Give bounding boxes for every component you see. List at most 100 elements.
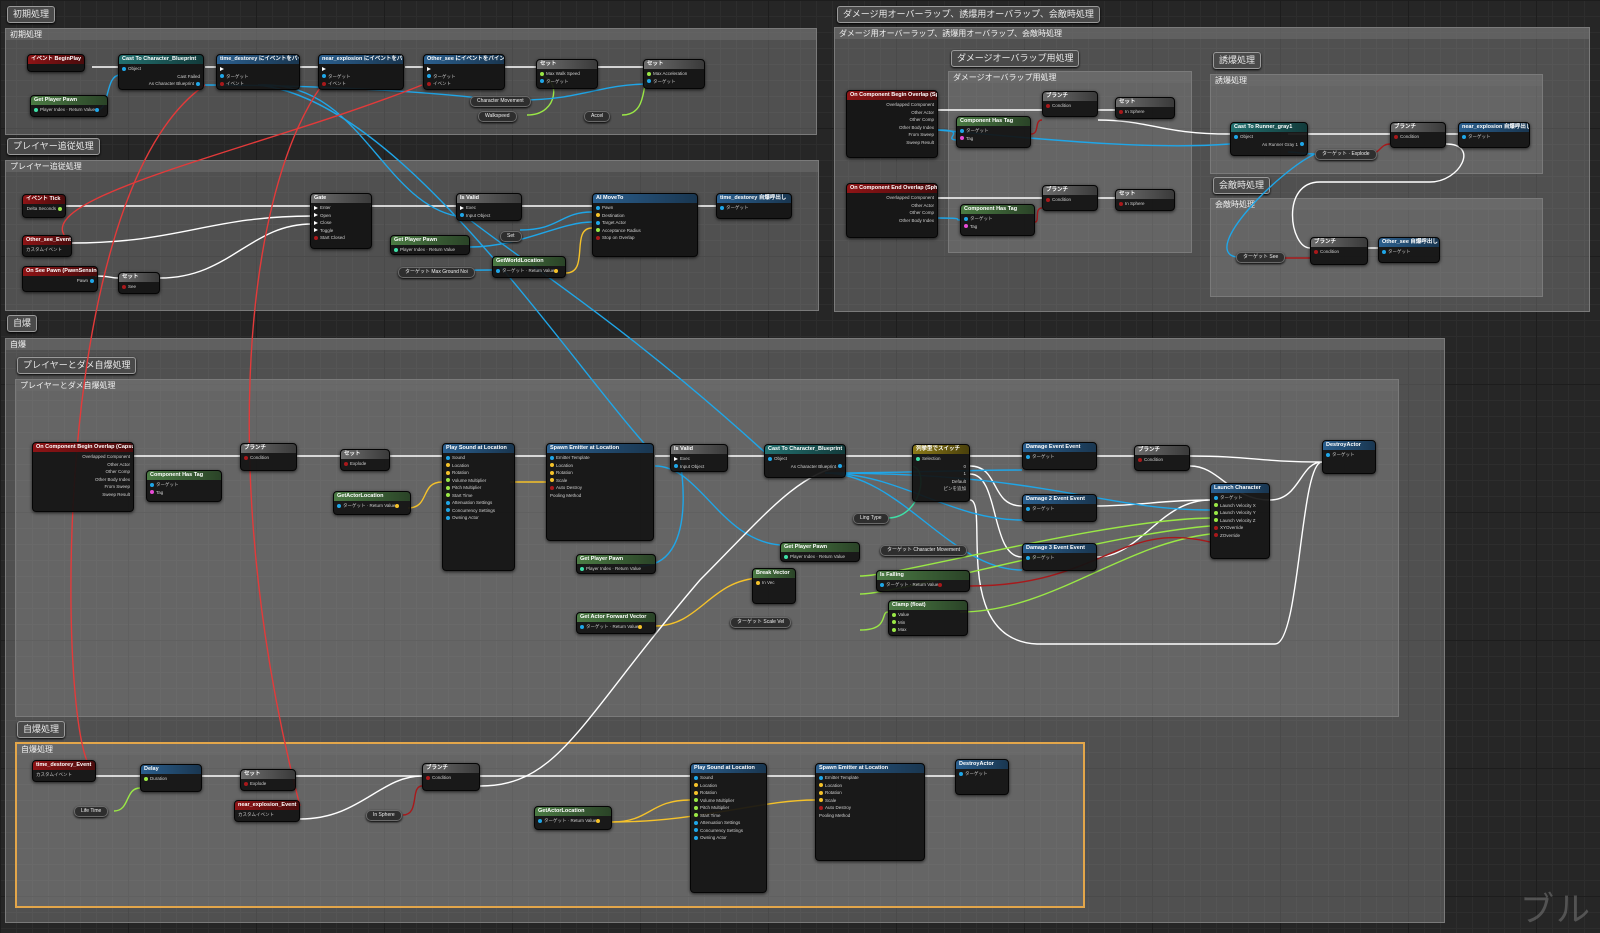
tag-pin[interactable]: Tag [150, 489, 218, 497]
target-pin[interactable]: ターゲット [1026, 554, 1093, 562]
launch-character-node[interactable]: Launch Character ターゲット Launch Velocity XL… [1210, 483, 1270, 559]
volume-pin[interactable]: Volume Multiplier [446, 477, 511, 485]
get-actor-forward-node[interactable]: Get Actor Forward Vector ターゲット · Return … [576, 612, 656, 634]
get-actor-location-node-2[interactable]: GetActorLocation ターゲット · Return Value [534, 806, 612, 830]
sound-pin[interactable]: Sound [694, 774, 763, 782]
other-actor-pin[interactable]: Other Actor [36, 461, 130, 469]
play-sound-node-2[interactable]: Play Sound at Location Sound Location Rota… [690, 763, 767, 893]
has-tag-node-2[interactable]: Component Has Tag ターゲット Tag [960, 204, 1035, 236]
bind-time-node[interactable]: time_destorey にイベントをバインド ターゲットイベント [216, 54, 300, 90]
branch-node-4[interactable]: ブランチ Condition [1310, 237, 1368, 265]
gate-node[interactable]: Gate Enter Open Close Toggle Start Closed [310, 193, 372, 249]
tag-pin[interactable]: Tag [960, 135, 1027, 143]
target-pin[interactable]: ターゲット · Return Value [496, 267, 562, 275]
tag-pin[interactable]: Tag [964, 223, 1031, 231]
target-pin[interactable]: ターゲット · Return Value [880, 581, 966, 589]
is-falling-node[interactable]: Is Falling ターゲット · Return Value [876, 570, 970, 592]
branch-node-2[interactable]: ブランチ Condition [1042, 185, 1098, 211]
get-player-pawn-node-1[interactable]: Get Player Pawn Player Index · Return Va… [30, 95, 108, 117]
target-pin[interactable]: ターゲット [1462, 133, 1526, 141]
rotation-pin[interactable]: Rotation [819, 789, 921, 797]
auto-destroy-pin[interactable]: Auto Destroy [819, 804, 921, 812]
bind-near-node[interactable]: near_explosion にイベントをバインド ターゲットイベント [318, 54, 404, 90]
rotation-pin[interactable]: Rotation [446, 469, 511, 477]
other-comp-pin[interactable]: Other Comp [850, 116, 934, 124]
add-pin[interactable]: ピンを追加 [916, 485, 967, 493]
owning-actor-pin[interactable]: Owning Actor [694, 834, 763, 842]
body-index-pin[interactable]: Other Body Index [36, 476, 130, 484]
branch-node-3[interactable]: ブランチ Condition [1390, 122, 1446, 148]
owning-actor-pin[interactable]: Owning Actor [446, 514, 511, 522]
concurrency-pin[interactable]: Concurrency Settings [694, 827, 763, 835]
object-pin[interactable]: Object [1234, 133, 1304, 141]
target-pin[interactable]: ターゲット [540, 78, 594, 86]
location-pin[interactable]: Location [819, 782, 921, 790]
has-tag-node-3[interactable]: Component Has Tag ターゲット Tag [146, 470, 222, 502]
player-index-pin[interactable]: Player Index · Return Value [34, 106, 104, 114]
var-walkspeed[interactable]: Walkspeed [478, 111, 517, 122]
value-pin[interactable]: Value [892, 611, 964, 619]
max-accel-pin[interactable]: Max Acceleration [647, 70, 701, 78]
damage-event-node-1[interactable]: Damage Event Event ターゲット [1022, 442, 1097, 470]
set-accel-node[interactable]: セット Max Acceleration ターゲット [643, 59, 705, 89]
selection-pin[interactable]: Selection [916, 455, 966, 463]
target-pin[interactable]: ターゲット [647, 78, 701, 86]
is-valid-node-2[interactable]: Is Valid Exec Input Object [670, 444, 728, 472]
event-pin[interactable]: イベント [220, 80, 296, 88]
cast-character-node-1[interactable]: Cast To Character_Blueprint Object Cast F… [118, 54, 204, 90]
body-index-pin[interactable]: Other Body Index [850, 124, 934, 132]
sweep-result-pin[interactable]: Sweep Result [850, 139, 934, 147]
get-world-location-node[interactable]: GetWorldLocation ターゲット · Return Value [492, 256, 566, 278]
target-pin[interactable]: ターゲット [1026, 505, 1093, 513]
target-pin[interactable]: ターゲット · Return Value [580, 623, 652, 631]
set-explode-node-1[interactable]: セット Explode [340, 449, 390, 471]
case-1-pin[interactable]: 1 [916, 470, 966, 478]
branch-node-6[interactable]: ブランチ Condition [1134, 445, 1190, 471]
set-walk-node[interactable]: セット Max Walk Speed ターゲット [536, 59, 598, 89]
emitter-template-pin[interactable]: Emitter Template [819, 774, 921, 782]
target-pin[interactable]: ターゲット [322, 73, 400, 81]
other-actor-pin[interactable]: Other Actor [850, 202, 934, 210]
from-sweep-pin[interactable]: From Sweep [36, 483, 130, 491]
volume-pin[interactable]: Volume Multiplier [694, 797, 763, 805]
exec-pin[interactable]: Exec [674, 455, 724, 463]
as-character-pin[interactable]: As Character Blueprint [122, 80, 200, 88]
set-explode-node-2[interactable]: セット Explode [240, 769, 296, 791]
ai-move-to-node[interactable]: AI MoveTo Pawn Destination Target Actor Acc… [592, 193, 698, 257]
condition-pin[interactable]: Condition [426, 774, 476, 782]
damage-event-node-2[interactable]: Damage 2 Event Event ターゲット [1022, 494, 1097, 522]
start-time-pin[interactable]: Start Time [446, 492, 511, 500]
spawn-emitter-node-2[interactable]: Spawn Emitter at Location Emitter Templa… [815, 763, 925, 861]
target-pin[interactable]: ターゲット · Return Value [337, 502, 407, 510]
time-destorey-event-node[interactable]: time_destorey_Event カスタムイベント [32, 760, 96, 782]
velocity-y-pin[interactable]: Launch Velocity Y [1214, 509, 1266, 517]
event-tick-node[interactable]: イベント Tick Delta Seconds [22, 194, 66, 218]
cast-character-node-2[interactable]: Cast To Character_Blueprint Object As Cha… [764, 444, 846, 478]
spawn-emitter-node-1[interactable]: Spawn Emitter at Location Emitter Templa… [546, 443, 654, 541]
overlapped-pin[interactable]: Overlapped Component [36, 453, 130, 461]
cast-failed-pin[interactable]: Cast Failed [122, 73, 200, 81]
destination-pin[interactable]: Destination [596, 212, 694, 220]
exec-pin[interactable] [322, 65, 400, 73]
target-pin[interactable]: ターゲット [964, 215, 1031, 223]
time-destorey-call-node-1[interactable]: time_destorey 自爆呼出し ターゲット [716, 193, 792, 219]
target-pin[interactable]: ターゲット · Return Value [538, 817, 608, 825]
target-pin[interactable]: ターゲット [427, 73, 501, 81]
destroy-actor-node-1[interactable]: DestroyActor ターゲット [1322, 440, 1376, 474]
z-override-pin[interactable]: ZOverride [1214, 532, 1266, 540]
cast-runner-node[interactable]: Cast To Runner_gray1 Object As Runner Gra… [1230, 122, 1308, 156]
exec-pin[interactable] [220, 65, 296, 73]
max-pin[interactable]: Max [892, 626, 964, 634]
object-pin[interactable]: Object [122, 65, 200, 73]
stop-on-overlap-pin[interactable]: Stop on Overlap [596, 234, 694, 242]
target-pin[interactable]: ターゲット [1326, 451, 1372, 459]
branch-node-1[interactable]: ブランチ Condition [1042, 91, 1098, 117]
as-character-pin[interactable]: As Character Blueprint [768, 463, 842, 471]
bind-other-node[interactable]: Other_see にイベントをバインド ターゲット イベント [423, 54, 505, 90]
other-comp-pin[interactable]: Other Comp [850, 209, 934, 217]
condition-pin[interactable]: Condition [1046, 196, 1094, 204]
overlapped-pin[interactable]: Overlapped Component [850, 194, 934, 202]
rotation-pin[interactable]: Rotation [694, 789, 763, 797]
play-sound-node-1[interactable]: Play Sound at Location Sound Location Rota… [442, 443, 515, 571]
var-life-time[interactable]: Life Time [74, 806, 109, 817]
